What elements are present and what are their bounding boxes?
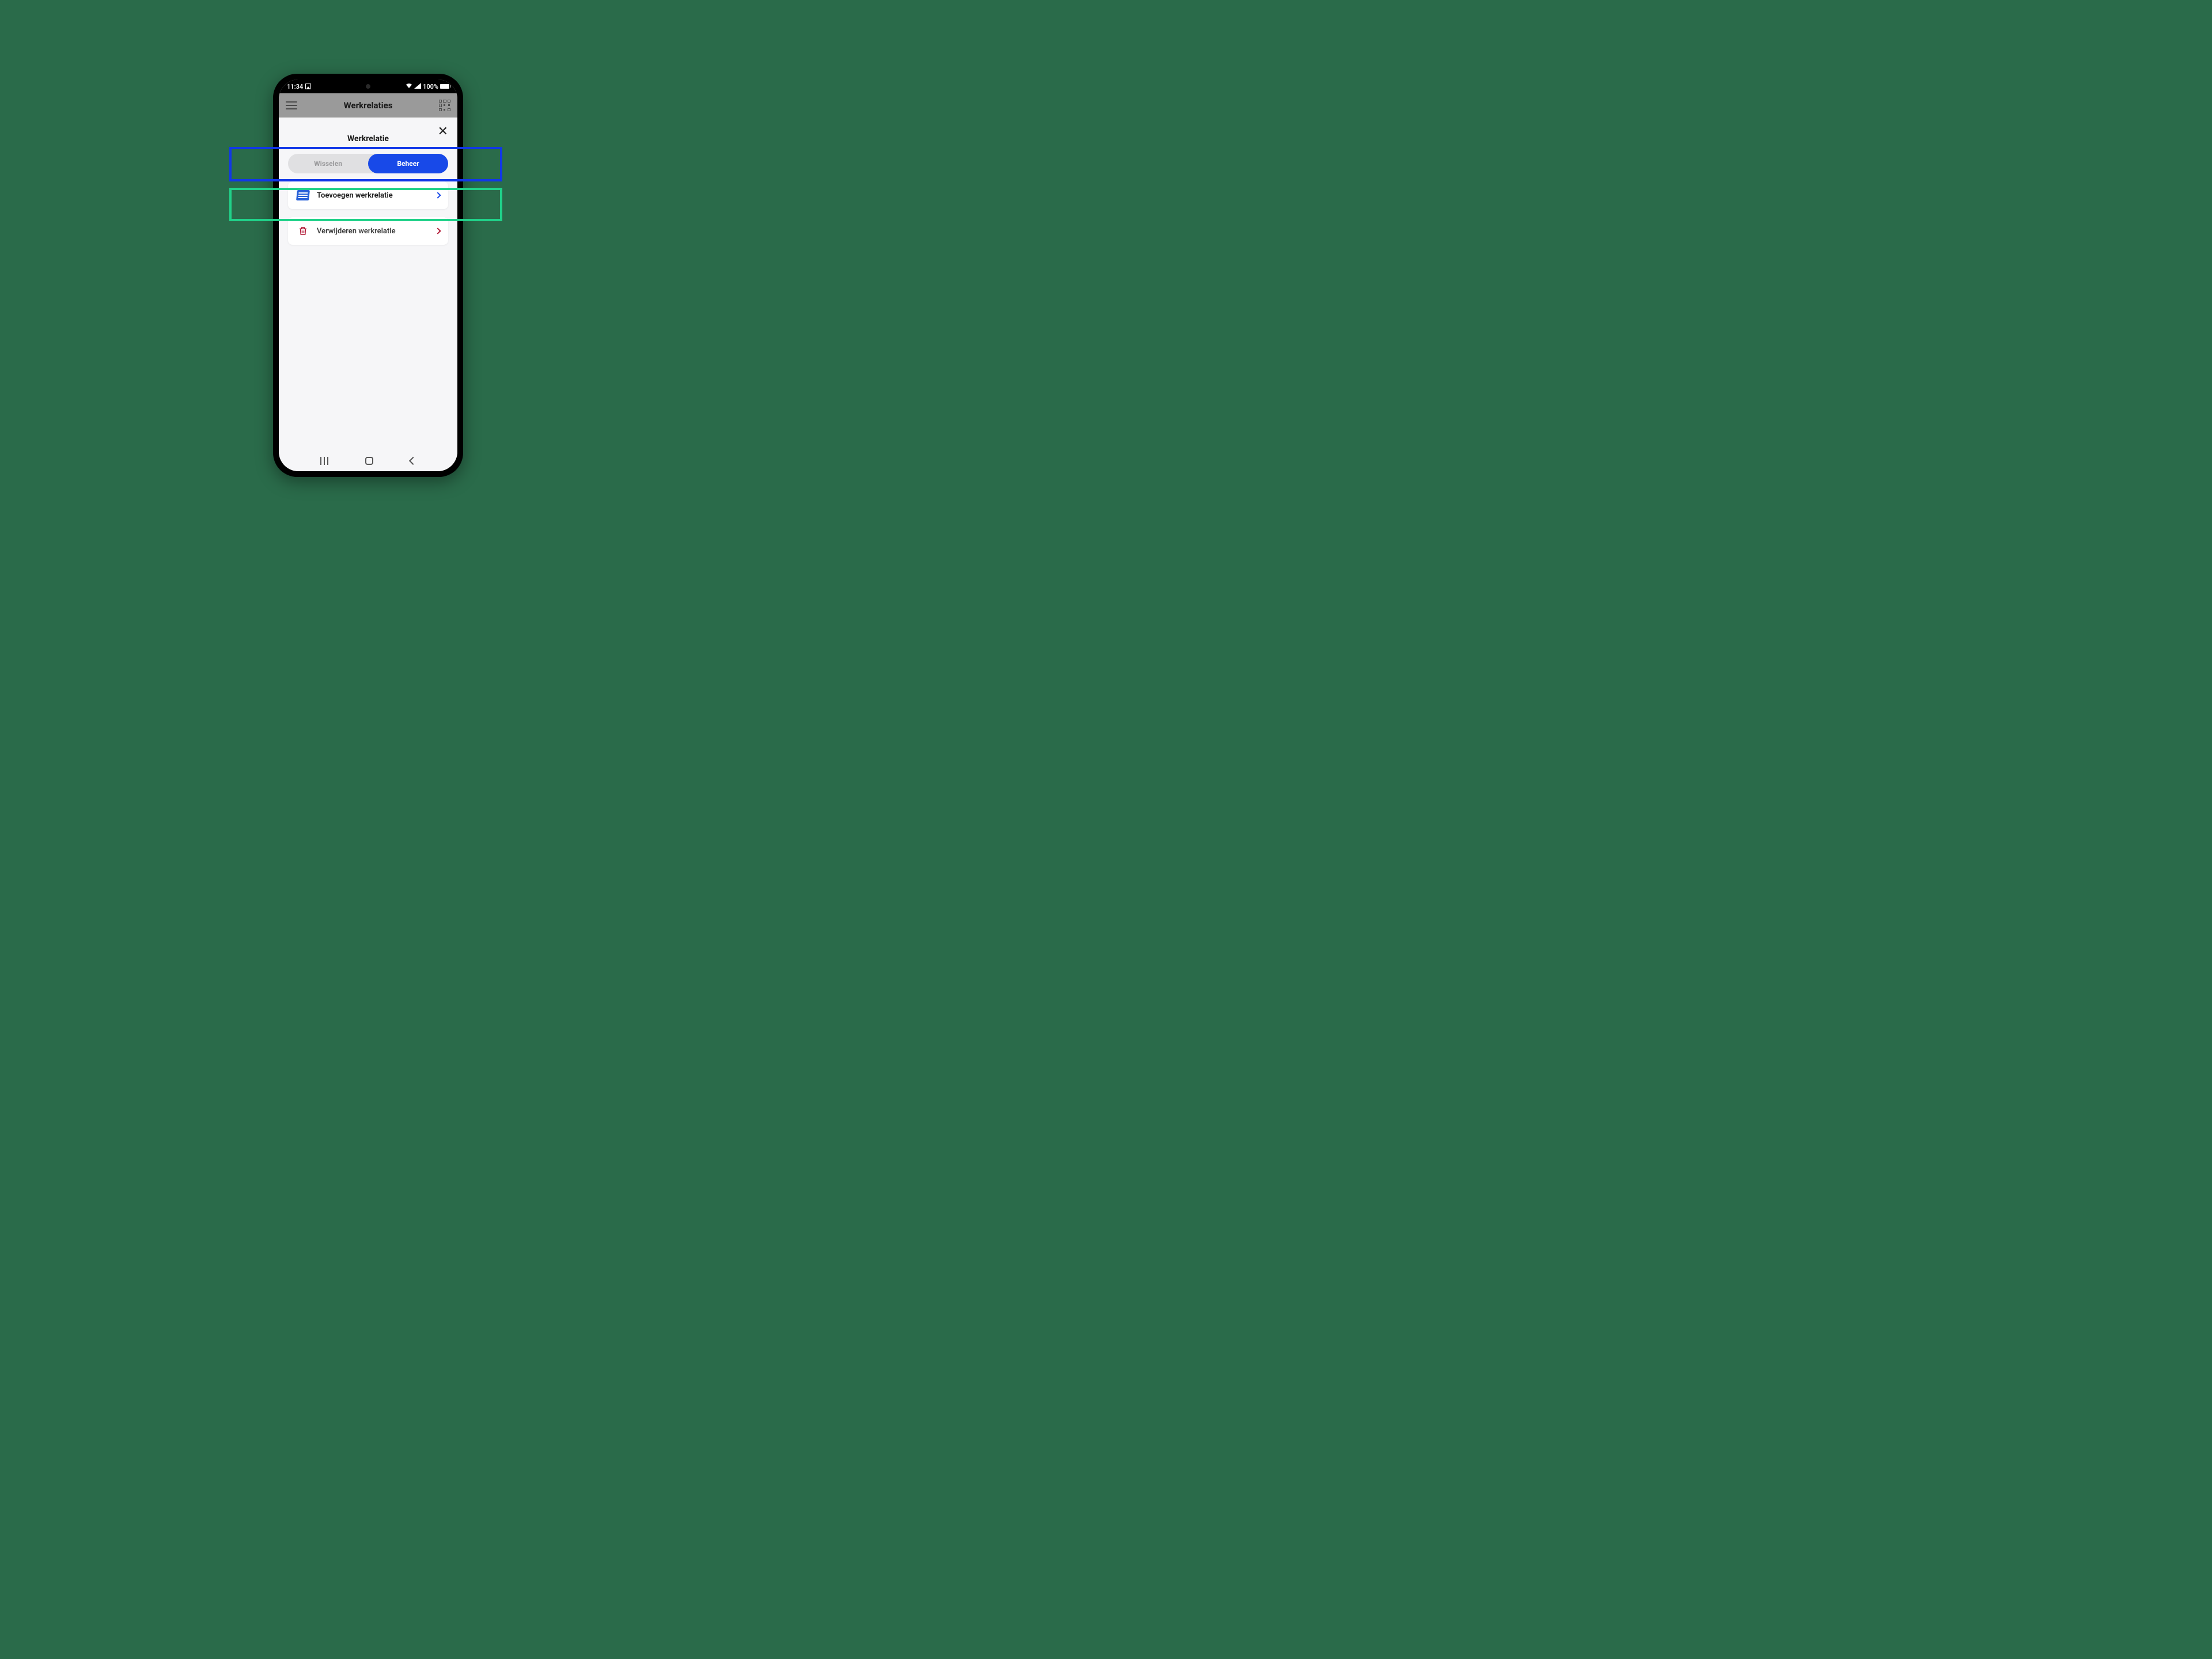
tab-wisselen[interactable]: Wisselen	[288, 154, 368, 173]
app-header: Werkrelaties	[279, 93, 457, 118]
document-icon	[296, 188, 310, 202]
android-nav-bar	[279, 450, 457, 471]
picture-icon	[305, 84, 311, 89]
list-item-label: Toevoegen werkrelatie	[317, 191, 435, 200]
trash-icon	[296, 224, 310, 238]
sheet-title: Werkrelatie	[286, 134, 450, 143]
nav-recent-icon[interactable]	[320, 460, 328, 461]
status-time: 11:34	[287, 83, 303, 90]
list-item-add[interactable]: Toevoegen werkrelatie	[288, 181, 448, 209]
app-title: Werkrelaties	[344, 100, 393, 111]
list-item-delete[interactable]: Verwijderen werkrelatie	[288, 217, 448, 245]
list-item-label: Verwijderen werkrelatie	[317, 227, 435, 236]
tab-beheer[interactable]: Beheer	[368, 154, 448, 173]
nav-back-icon[interactable]	[409, 457, 417, 465]
chevron-right-icon	[434, 192, 441, 198]
wifi-icon	[406, 83, 412, 90]
nav-home-icon[interactable]	[365, 457, 373, 465]
tab-label: Beheer	[397, 160, 419, 168]
close-icon[interactable]: ✕	[438, 124, 448, 139]
qr-icon[interactable]	[439, 100, 450, 111]
battery-text: 100%	[423, 83, 438, 90]
segmented-control: Wisselen Beheer	[288, 154, 448, 173]
battery-icon	[440, 84, 449, 89]
phone-screen: 11:34 100% Werkrelaties	[279, 79, 457, 471]
phone-frame: 11:34 100% Werkrelaties	[273, 74, 463, 477]
bottom-sheet: ✕ Werkrelatie Wisselen Beheer Toevoegen …	[279, 118, 457, 450]
menu-icon[interactable]	[286, 101, 297, 109]
camera-dot	[366, 84, 370, 89]
chevron-right-icon	[434, 228, 441, 234]
tab-label: Wisselen	[314, 160, 342, 168]
signal-icon	[414, 83, 421, 90]
